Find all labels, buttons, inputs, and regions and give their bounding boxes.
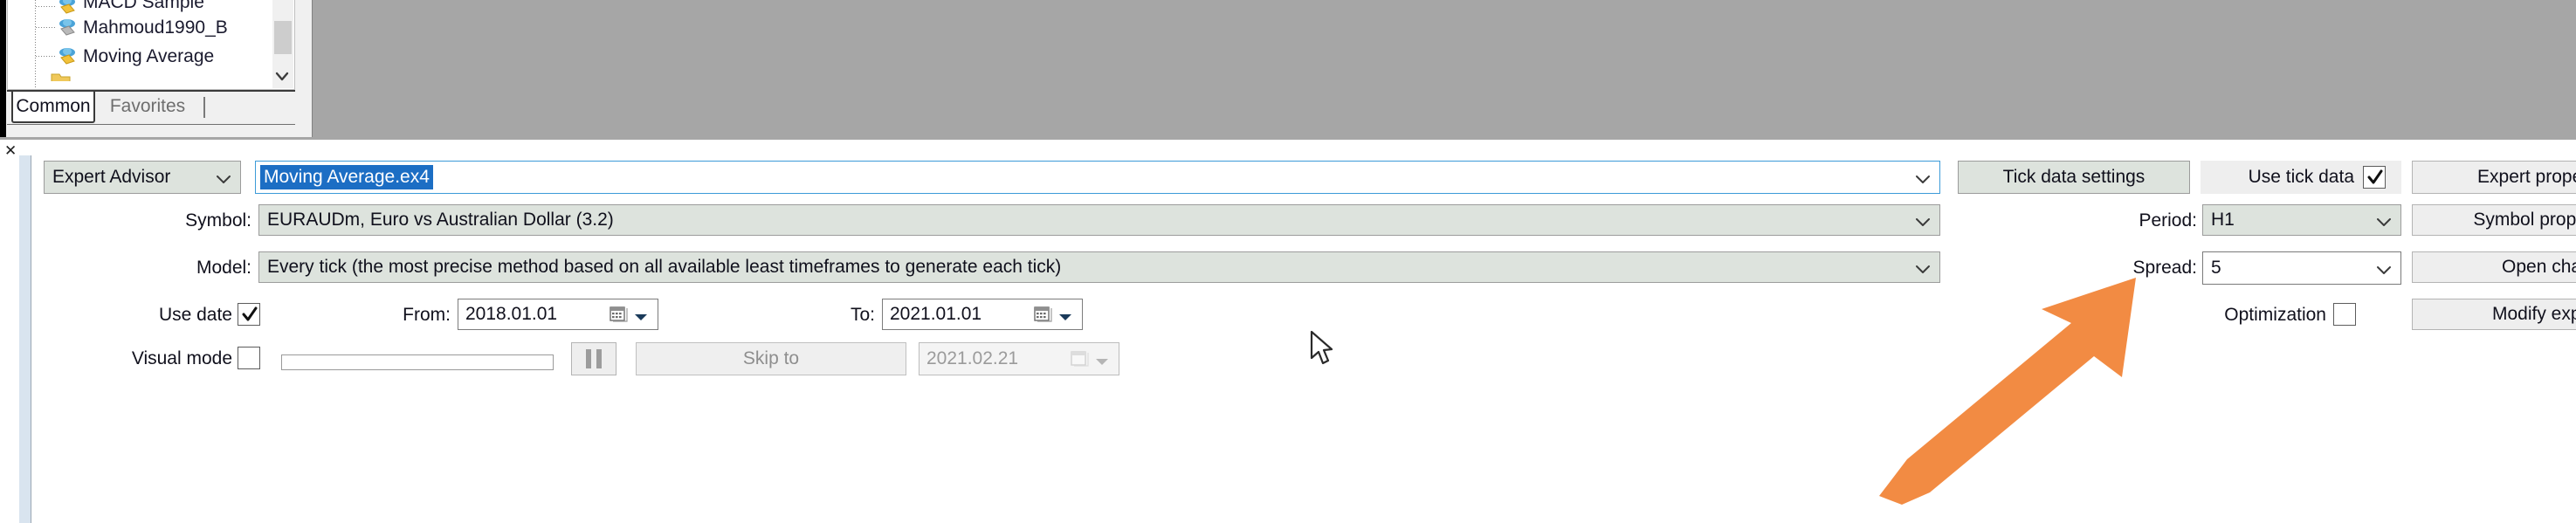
tree-elbow (36, 6, 56, 7)
model-value: Every tick (the most precise method base… (267, 257, 1062, 277)
calendar-icon[interactable] (609, 305, 628, 324)
skip-to-date-value: 2021.02.21 (926, 348, 1019, 368)
list-item[interactable]: MACD Sample (8, 0, 294, 14)
desktop-background (0, 0, 2576, 140)
visual-mode-checkbox[interactable] (238, 347, 260, 369)
period-combo[interactable]: H1 (2202, 204, 2401, 236)
use-date-checkbox[interactable] (238, 303, 260, 326)
list-item[interactable] (8, 71, 294, 81)
tester-close-bar: ✕ (0, 140, 19, 523)
scrollbar-thumb[interactable] (274, 21, 292, 54)
tester-side-strip (19, 155, 31, 523)
calendar-icon[interactable] (1033, 305, 1052, 324)
folder-icon (50, 71, 72, 81)
checkmark-icon (241, 304, 258, 325)
list-item[interactable]: Moving Average (8, 42, 294, 71)
navigator-scrollbar[interactable] (272, 0, 293, 88)
model-label: Model: (196, 258, 251, 278)
tab-common[interactable]: Common (11, 92, 95, 123)
calendar-icon (1070, 349, 1089, 368)
symbol-value: EURAUDm, Euro vs Australian Dollar (3.2) (267, 210, 614, 230)
skip-to-date-field[interactable]: 2021.02.21 (919, 342, 1119, 375)
tab-overflow-caret (203, 97, 205, 118)
chevron-down-icon (2376, 264, 2392, 274)
optimization-label: Optimization (2224, 305, 2326, 325)
expert-type-value: Expert Advisor (52, 167, 171, 187)
from-label: From: (403, 305, 451, 325)
use-tick-data-label: Use tick data (2248, 167, 2354, 187)
expert-file-combo[interactable]: Moving Average.ex4 (255, 161, 1940, 194)
visual-mode-slider[interactable] (281, 354, 554, 370)
list-item-label: Moving Average (83, 46, 215, 66)
model-combo[interactable]: Every tick (the most precise method base… (258, 251, 1940, 283)
use-tick-data-checkbox[interactable] (2363, 166, 2386, 189)
to-label: To: (850, 305, 875, 325)
to-date-field[interactable]: 2021.01.01 (882, 299, 1083, 330)
triangle-down-icon (1095, 354, 1109, 365)
triangle-down-icon[interactable] (634, 310, 648, 320)
expert-file-value: Moving Average.ex4 (260, 165, 433, 189)
navigator-left-edge (0, 0, 6, 137)
pause-icon (586, 349, 602, 368)
symbol-combo[interactable]: EURAUDm, Euro vs Australian Dollar (3.2) (258, 204, 1940, 236)
pause-button[interactable] (571, 342, 616, 375)
from-date-value: 2018.01.01 (465, 304, 558, 324)
spread-combo[interactable]: 5 (2202, 251, 2401, 285)
tree-elbow (36, 56, 56, 57)
expert-advisor-icon (57, 17, 79, 38)
checkmark-icon (2366, 167, 2384, 188)
triangle-down-icon[interactable] (1058, 310, 1072, 320)
optimization-checkbox[interactable] (2333, 303, 2356, 326)
use-date-label: Use date (158, 305, 232, 325)
from-date-field[interactable]: 2018.01.01 (458, 299, 658, 330)
strategy-tester-panel: ✕ Expert Advisor Moving Average.ex4 Tick… (0, 140, 2576, 523)
tree-elbow (36, 27, 56, 28)
expert-advisor-icon (57, 46, 79, 66)
expert-type-combo[interactable]: Expert Advisor (44, 161, 241, 194)
visual-mode-label: Visual mode (131, 348, 232, 368)
to-date-value: 2021.01.01 (890, 304, 982, 324)
open-chart-button[interactable]: Open chart (2412, 251, 2576, 283)
tab-favorites[interactable]: Favorites (99, 92, 196, 123)
chevron-down-icon (216, 173, 231, 183)
navigator-panel: MACD Sample Mahmoud1990_B Moving Average… (0, 0, 313, 137)
chevron-down-icon[interactable] (273, 67, 291, 85)
modify-expert-button[interactable]: Modify expert (2412, 299, 2576, 330)
chevron-down-icon (1915, 173, 1931, 183)
navigator-tabs: Common Favorites (7, 90, 295, 125)
spread-label: Spread: (2132, 258, 2197, 278)
expert-properties-button[interactable]: Expert properties (2412, 161, 2576, 194)
chevron-down-icon (1915, 216, 1931, 226)
spread-value: 5 (2211, 258, 2221, 278)
list-item-label: Mahmoud1990_B (83, 17, 228, 38)
list-item[interactable]: Mahmoud1990_B (8, 13, 294, 42)
symbol-label: Symbol: (185, 210, 251, 231)
navigator-tree[interactable]: MACD Sample Mahmoud1990_B Moving Average (7, 0, 295, 90)
period-label: Period: (2139, 210, 2197, 231)
symbol-properties-button[interactable]: Symbol properties (2412, 204, 2576, 236)
tick-data-settings-button[interactable]: Tick data settings (1958, 161, 2190, 194)
chevron-down-icon (2376, 216, 2392, 226)
chevron-down-icon (1915, 263, 1931, 273)
close-icon[interactable]: ✕ (4, 143, 17, 158)
skip-to-button[interactable]: Skip to (636, 342, 906, 375)
period-value: H1 (2211, 210, 2235, 230)
strategy-tester-screen: MACD Sample Mahmoud1990_B Moving Average… (0, 0, 2576, 523)
